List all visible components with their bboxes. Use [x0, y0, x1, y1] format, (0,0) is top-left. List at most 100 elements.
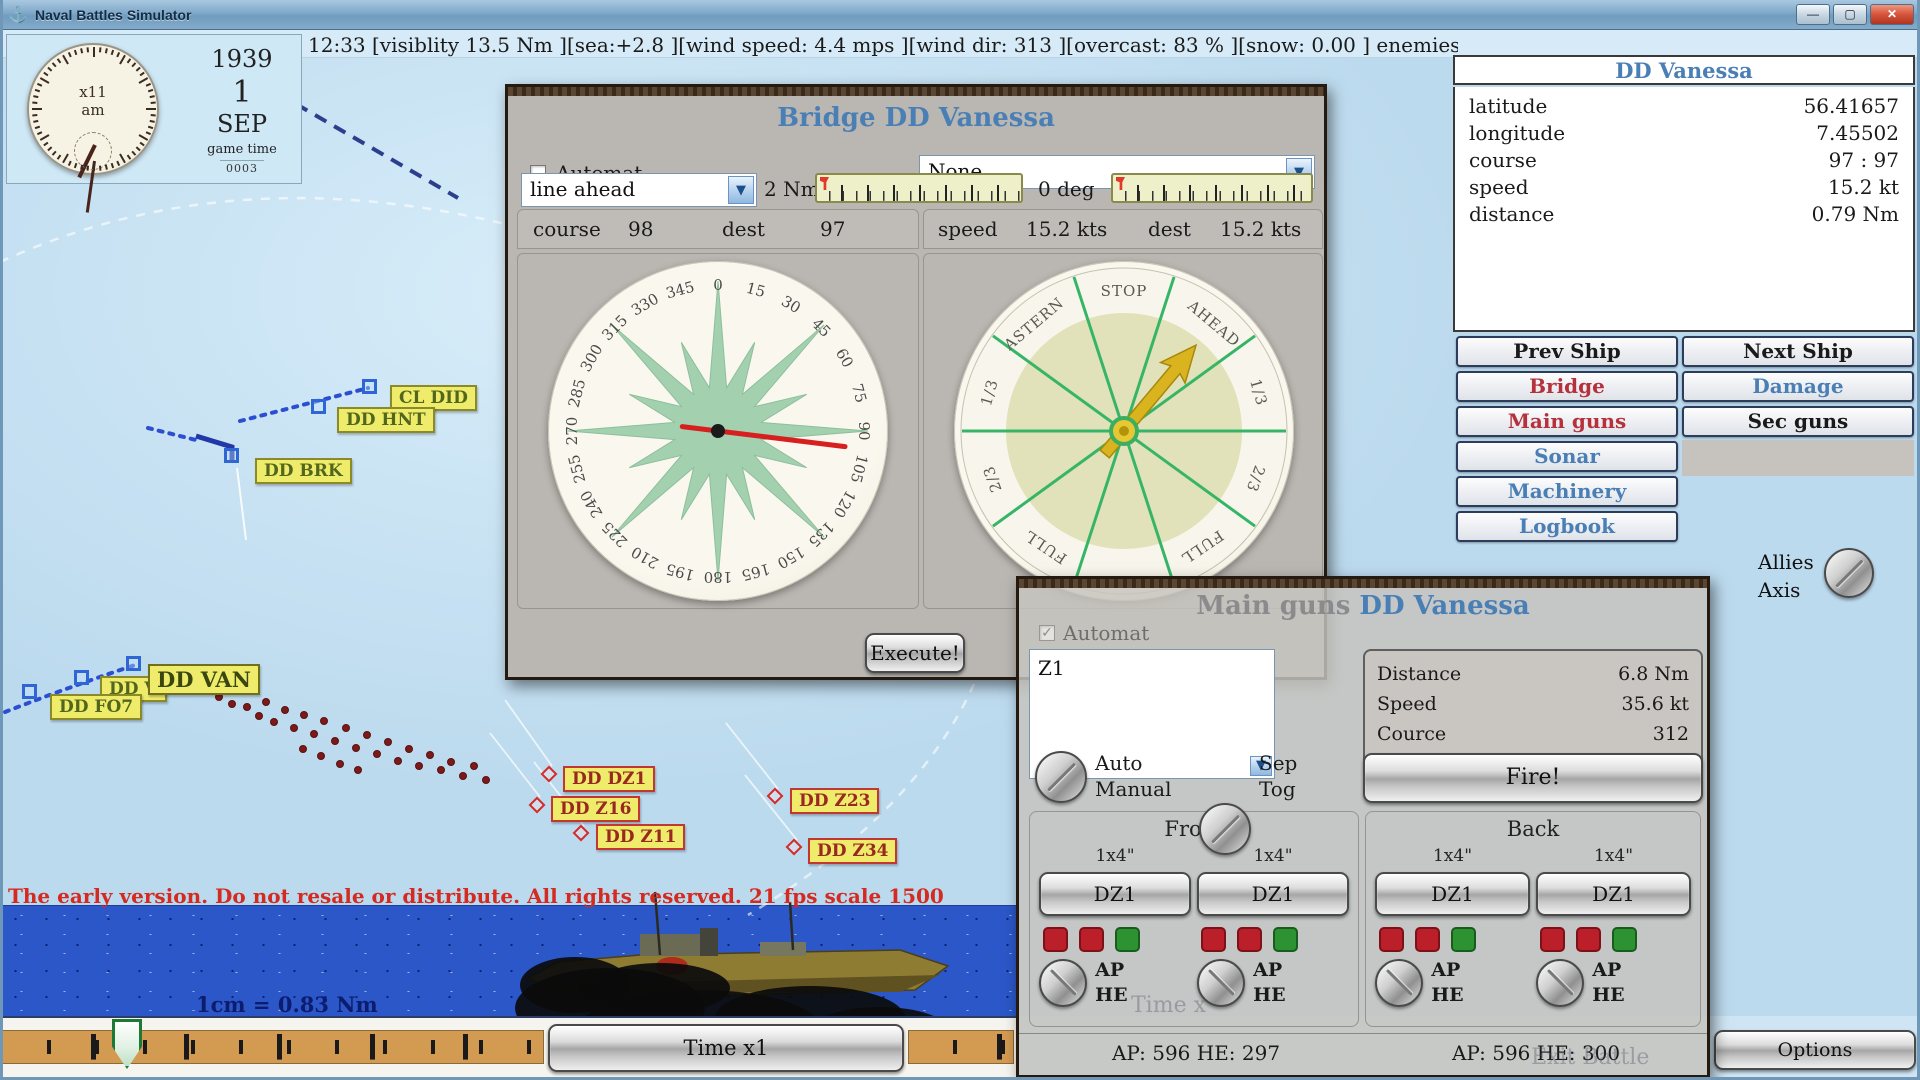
shell-select-knob[interactable]	[1536, 959, 1584, 1007]
shell-select-row: APHE	[1197, 958, 1349, 1008]
allied-ship-marker[interactable]	[22, 684, 37, 699]
shell-splash-dot	[336, 760, 344, 768]
time-speed-button[interactable]: Time x1	[548, 1024, 904, 1072]
window-titlebar[interactable]: ⚓ Naval Battles Simulator — ▢ ✕	[0, 0, 1920, 30]
clock-tick	[35, 126, 40, 129]
ship-data-row: latitude56.41657	[1469, 93, 1899, 120]
angle-slider[interactable]	[1111, 173, 1313, 203]
map-ruler	[2, 1030, 544, 1064]
main-guns-title-ship: DD Vanessa	[1359, 591, 1529, 621]
gun-column: 1x4"DZ1APHE	[1375, 846, 1530, 1008]
clock-tick	[131, 62, 136, 67]
guns-automat-label: Automat	[1063, 621, 1149, 645]
shell-splash-dot	[262, 698, 270, 706]
compass-dial[interactable]: 0153045607590105120135150165180195210225…	[548, 261, 888, 601]
ship-data-label: speed	[1469, 174, 1529, 201]
gun-turret-button[interactable]: DZ1	[1039, 872, 1191, 916]
ammo-status-row	[1043, 927, 1191, 952]
machinery-button[interactable]: Machinery	[1456, 476, 1678, 507]
shell-labels: APHE	[1592, 958, 1624, 1008]
telegraph-label: STOP	[1101, 282, 1148, 300]
clock-tick	[57, 58, 62, 63]
ship-label[interactable]: DD Z11	[596, 824, 685, 850]
clock-tick	[47, 67, 52, 72]
clock-tick	[52, 62, 57, 67]
gun-turret-button[interactable]: DZ1	[1536, 872, 1691, 916]
clock-tick	[68, 161, 72, 166]
spacing-slider[interactable]	[815, 173, 1023, 203]
ammo-light	[1540, 927, 1565, 952]
gun-turret-button[interactable]: DZ1	[1375, 872, 1530, 916]
sec-guns-button[interactable]: Sec guns	[1682, 406, 1914, 437]
clock-tick	[148, 126, 153, 129]
sep-tog-knob[interactable]	[1199, 803, 1251, 855]
shell-labels: APHE	[1253, 958, 1285, 1008]
execute-button[interactable]: Execute!	[865, 633, 965, 673]
allied-ship-marker[interactable]	[362, 379, 377, 394]
chevron-down-icon[interactable]: ▼	[728, 176, 754, 204]
options-button[interactable]: Options	[1714, 1030, 1916, 1070]
ammo-light	[1115, 927, 1140, 952]
prev-ship-button[interactable]: Prev Ship	[1456, 336, 1678, 367]
allied-ship-marker[interactable]	[126, 656, 141, 671]
allied-ship-marker[interactable]	[224, 448, 239, 463]
game-year: 1939	[192, 45, 292, 73]
allied-ship-marker[interactable]	[74, 670, 89, 685]
sonar-button[interactable]: Sonar	[1456, 441, 1678, 472]
speed-dest-label: dest	[1148, 217, 1191, 241]
ammo-light	[1273, 927, 1298, 952]
ship-label[interactable]: DD BRK	[255, 458, 352, 484]
main-guns-button[interactable]: Main guns	[1456, 406, 1678, 437]
allied-ship-marker[interactable]	[311, 399, 326, 414]
clock-tick	[140, 142, 145, 147]
guns-automat-checkbox[interactable]: ✓	[1039, 625, 1055, 641]
bridge-button[interactable]: Bridge	[1456, 371, 1678, 402]
gun-turret-button[interactable]: DZ1	[1197, 872, 1349, 916]
minimize-button[interactable]: —	[1796, 4, 1830, 25]
formation-select[interactable]: line ahead ▼	[521, 173, 757, 207]
shell-splash-dot	[317, 752, 325, 760]
clock-tick	[150, 120, 155, 123]
clock-tick	[87, 166, 90, 171]
fire-button[interactable]: Fire!	[1363, 753, 1703, 803]
compass-number: 0	[713, 276, 723, 294]
ap-label: AP	[1253, 958, 1285, 983]
allies-axis-toggle-knob[interactable]	[1824, 548, 1874, 598]
ship-label[interactable]: DD DZ1	[563, 766, 655, 792]
he-label: HE	[1095, 983, 1127, 1008]
clock-tick	[139, 134, 149, 141]
shell-select-knob[interactable]	[1375, 959, 1423, 1007]
engine-telegraph-dial[interactable]: STOPAHEAD1/32/3FULLASTERN1/32/3FULL	[954, 261, 1294, 601]
shell-splash-dot	[281, 706, 289, 714]
tog-label: Tog	[1259, 777, 1296, 801]
clock-tick	[52, 151, 57, 156]
course-dest-label: dest	[722, 217, 765, 241]
close-button[interactable]: ✕	[1870, 4, 1914, 25]
ship-label[interactable]: DD Z34	[808, 838, 897, 864]
clock-tick	[127, 58, 132, 63]
shell-select-knob[interactable]	[1039, 959, 1087, 1007]
compass-number: 270	[563, 417, 581, 446]
game-clock-panel: x11 am 1939 1 SEP game time 0003	[6, 34, 302, 184]
clock-tick	[111, 163, 114, 168]
next-ship-button[interactable]: Next Ship	[1682, 336, 1914, 367]
logbook-button[interactable]: Logbook	[1456, 511, 1678, 542]
ammo-light	[1079, 927, 1104, 952]
bridge-dialog-title: Bridge DD Vanessa	[508, 103, 1324, 133]
compass-number: 180	[704, 568, 733, 586]
ship-label[interactable]: DD HNT	[337, 407, 435, 433]
ship-label[interactable]: DD Z16	[551, 796, 640, 822]
ship-label[interactable]: DD FO7	[50, 694, 142, 720]
clock-tick	[47, 146, 52, 151]
auto-manual-knob[interactable]	[1035, 751, 1087, 803]
target-stat-row: Distance6.8 Nm	[1377, 659, 1689, 689]
clock-tick	[43, 72, 48, 77]
ship-label[interactable]: DD VAN	[148, 664, 260, 695]
clock-tick	[131, 151, 136, 156]
weather-status-text: 12:33 [visiblity 13.5 Nm ][sea:+2.8 ][wi…	[308, 33, 1458, 57]
ship-label[interactable]: DD Z23	[790, 788, 879, 814]
maximize-button[interactable]: ▢	[1833, 4, 1867, 25]
clock-meridiem: am	[29, 101, 157, 119]
ammo-light	[1237, 927, 1262, 952]
damage-button[interactable]: Damage	[1682, 371, 1914, 402]
